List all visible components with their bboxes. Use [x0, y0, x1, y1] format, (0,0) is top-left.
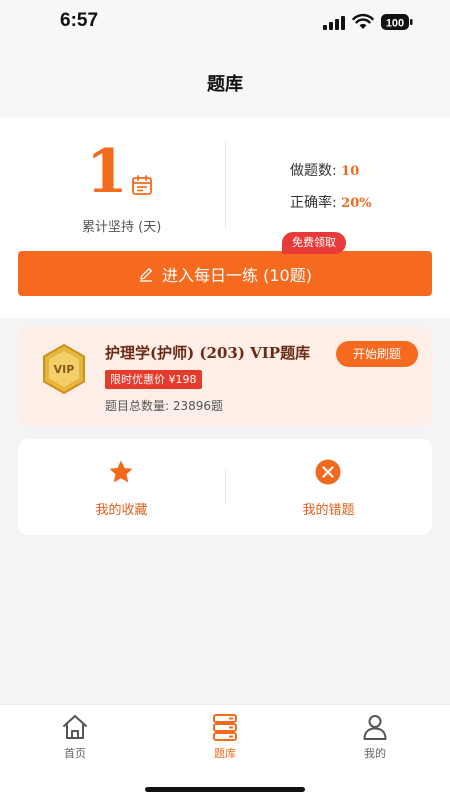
streak-days-value: 1: [86, 137, 128, 207]
nav-bar: 题库: [0, 48, 450, 118]
accuracy-value: 20%: [341, 196, 372, 211]
question-bank-icon: [213, 714, 237, 741]
shortcut-card: 我的收藏 我的错题: [18, 439, 432, 535]
streak-label: 累计坚持 (天): [82, 220, 162, 235]
star-icon: [109, 460, 133, 483]
battery-icon: 100: [381, 14, 413, 30]
status-time: 6:57: [60, 10, 99, 31]
tab-home[interactable]: 首页: [35, 713, 115, 769]
bottom-tab-bar: 首页 题库 我的: [0, 704, 450, 800]
tab-profile[interactable]: 我的: [335, 713, 415, 769]
stats-divider: [225, 142, 226, 228]
profile-icon: [363, 715, 387, 740]
home-indicator[interactable]: [145, 787, 305, 792]
wrong-answer-icon: [315, 459, 341, 485]
done-count-value: 10: [341, 164, 360, 179]
promo-price-tag: 限时优惠价 ¥198: [105, 370, 202, 389]
daily-practice-label: 进入每日一练 (10题): [162, 265, 312, 285]
my-wrong-answers-button[interactable]: 我的错题: [225, 439, 432, 535]
wifi-icon: [352, 13, 374, 29]
my-favorites-button[interactable]: 我的收藏: [18, 439, 225, 535]
pencil-icon: [140, 267, 153, 282]
done-count-label: 做题数:: [290, 163, 342, 179]
status-bar: 6:57 100: [0, 0, 450, 48]
accuracy-row: 正确率: 20%: [290, 192, 372, 212]
stats-card: 1 累计坚持 (天) 做题数: 10 正确率: 20% 进入每日一练 (10题)…: [0, 118, 450, 318]
vip-question-bank-card[interactable]: VIP 护理学(护师) (203) VIP题库 限时优惠价 ¥198 题目总数量…: [18, 327, 432, 426]
calendar-icon[interactable]: [131, 174, 153, 196]
page-title: 题库: [207, 74, 243, 95]
my-favorites-label: 我的收藏: [95, 503, 148, 518]
accuracy-label: 正确率:: [290, 195, 342, 211]
tab-question-bank-label: 题库: [214, 747, 236, 760]
vip-bank-title: 护理学(护师) (203) VIP题库: [105, 344, 311, 362]
vip-badge-text: VIP: [54, 363, 75, 376]
my-wrong-answers-label: 我的错题: [302, 503, 355, 518]
tab-home-label: 首页: [64, 747, 86, 760]
home-icon: [63, 715, 87, 739]
done-count-row: 做题数: 10: [290, 160, 359, 180]
free-claim-badge: 免费领取: [282, 232, 346, 254]
vip-badge-icon: VIP: [43, 343, 85, 395]
battery-level: 100: [386, 17, 404, 29]
signal-icon: [323, 16, 345, 30]
start-practice-button[interactable]: 开始刷题: [336, 341, 418, 367]
tab-profile-label: 我的: [364, 747, 386, 760]
tab-question-bank[interactable]: 题库: [185, 713, 265, 769]
question-total-count: 题目总数量: 23896题: [105, 399, 224, 413]
daily-practice-button[interactable]: 进入每日一练 (10题): [18, 251, 432, 296]
